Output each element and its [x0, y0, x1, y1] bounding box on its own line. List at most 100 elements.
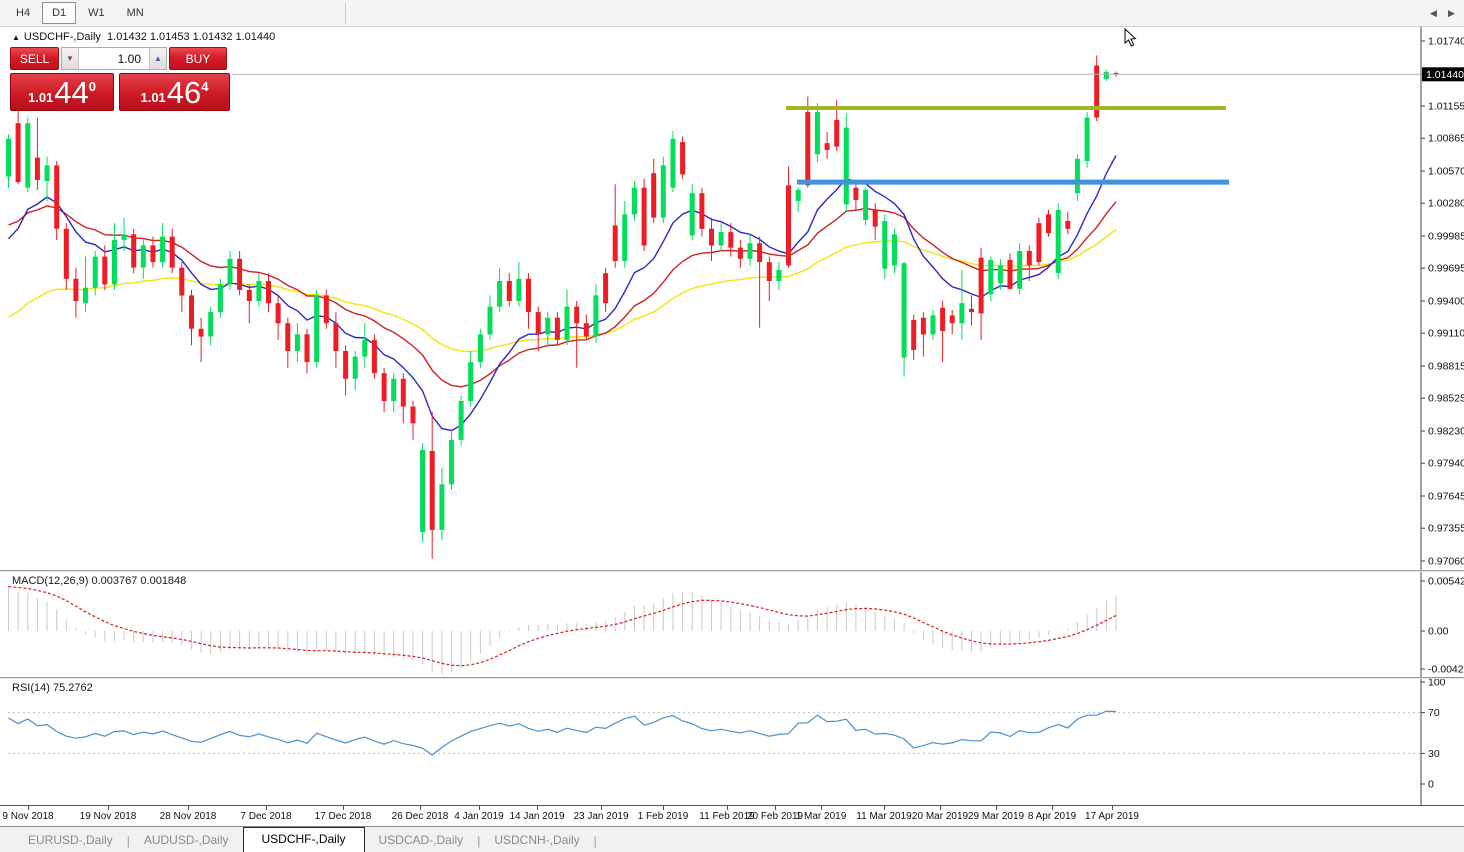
sell-button[interactable]: SELL	[10, 47, 59, 70]
date-tick	[940, 806, 941, 810]
chart-tab-usdcad[interactable]: USDCAD-,Daily	[365, 829, 478, 852]
date-tick-label: 11 Mar 2019	[856, 811, 911, 822]
buy-price-tile[interactable]: 1.01464	[119, 73, 230, 111]
macd-label: MACD(12,26,9) 0.003767 0.001848	[12, 575, 186, 587]
volume-stepper: ▼ ▲	[61, 47, 167, 70]
timeframe-button-d1[interactable]: D1	[42, 2, 76, 24]
date-tick-label: 19 Nov 2018	[80, 811, 137, 822]
date-tick	[1052, 806, 1053, 810]
svg-text:1.00570: 1.00570	[1428, 166, 1464, 178]
quote-header: ▲ USDCHF-,Daily 1.01432 1.01453 1.01432 1…	[12, 31, 275, 43]
svg-text:0.97940: 0.97940	[1428, 458, 1464, 470]
date-tick	[420, 806, 421, 810]
chart-tab-usdchf[interactable]: USDCHF-,Daily	[243, 827, 365, 852]
date-tick-label: 9 Nov 2018	[2, 811, 53, 822]
date-tick	[821, 806, 822, 810]
chart-tab-eurusd[interactable]: EURUSD-,Daily	[14, 829, 127, 852]
svg-text:0.99985: 0.99985	[1428, 231, 1464, 243]
svg-text:1.01155: 1.01155	[1428, 101, 1464, 113]
svg-text:-0.004217: -0.004217	[1428, 664, 1464, 676]
date-tick	[996, 806, 997, 810]
svg-text:0.99695: 0.99695	[1428, 263, 1464, 275]
timeframe-button-mn[interactable]: MN	[117, 2, 154, 24]
buy-price-pips: 46	[167, 78, 201, 108]
chart-tab-audusd[interactable]: AUDUSD-,Daily	[130, 829, 243, 852]
one-click-trade-widget: SELL ▼ ▲ BUY 1.01440 1.01464	[10, 47, 232, 111]
date-tick-label: 4 Jan 2019	[454, 811, 504, 822]
mouse-cursor-icon	[1124, 28, 1138, 47]
date-tick	[775, 806, 776, 810]
date-tick	[537, 806, 538, 810]
date-tick-label: 8 Apr 2019	[1028, 811, 1076, 822]
date-tick-label: 1 Mar 2019	[796, 811, 847, 822]
date-axis[interactable]: 9 Nov 2018 19 Nov 2018 28 Nov 2018 7 Dec 20…	[0, 805, 1464, 826]
date-tick	[188, 806, 189, 810]
buy-price-pipette: 4	[201, 79, 208, 94]
svg-text:30: 30	[1428, 748, 1440, 760]
svg-text:0.00: 0.00	[1428, 626, 1449, 638]
date-tick-label: 20 Mar 2019	[912, 811, 968, 822]
date-tick-label: 29 Mar 2019	[968, 811, 1024, 822]
buy-price-base: 1.01	[140, 90, 165, 105]
buy-button[interactable]: BUY	[169, 47, 227, 70]
date-tick	[479, 806, 480, 810]
volume-decrease-icon[interactable]: ▼	[62, 48, 79, 69]
svg-text:0.99110: 0.99110	[1428, 328, 1464, 340]
chart-tab-bar: EURUSD-,Daily | AUDUSD-,DailyUSDCHF-,Daily…	[0, 826, 1464, 852]
date-tick-label: 23 Jan 2019	[573, 811, 628, 822]
rsi-indicator-pane[interactable]: 100 70 30 0 RSI(14) 75.2762	[0, 679, 1464, 805]
svg-text:0.005429: 0.005429	[1428, 576, 1464, 588]
macd-indicator-pane[interactable]: 0.005429 0.00 -0.004217 MACD(12,26,9) 0.00…	[0, 572, 1464, 677]
date-tick	[884, 806, 885, 810]
date-tick	[28, 806, 29, 810]
svg-text:0.98230: 0.98230	[1428, 426, 1464, 438]
rsi-label: RSI(14) 75.2762	[12, 682, 93, 694]
svg-text:1.01740: 1.01740	[1428, 36, 1464, 48]
collapse-triangle-icon[interactable]: ▲	[12, 33, 20, 42]
chart-tab-usdcnh[interactable]: USDCNH-,Daily	[480, 829, 593, 852]
date-tick	[727, 806, 728, 810]
sell-price-tile[interactable]: 1.01440	[10, 73, 114, 111]
date-tick	[663, 806, 664, 810]
date-tick-label: 26 Dec 2018	[392, 811, 449, 822]
date-tick-label: 14 Jan 2019	[509, 811, 564, 822]
date-tick-label: 28 Nov 2018	[160, 811, 217, 822]
quote-ohlc: 1.01432 1.01453 1.01432 1.01440	[107, 31, 275, 43]
toolbar-divider	[345, 3, 346, 24]
svg-text:0.98525: 0.98525	[1428, 393, 1464, 405]
svg-text:70: 70	[1428, 707, 1440, 719]
date-tick-label: 1 Feb 2019	[638, 811, 689, 822]
svg-text:0.99400: 0.99400	[1428, 296, 1464, 308]
date-tick	[343, 806, 344, 810]
tab-divider: |	[594, 834, 597, 848]
price-chart-pane[interactable]: 1.01740 1.01155 1.00865 1.00570 1.00280 0.999…	[0, 27, 1464, 570]
date-tick-label: 17 Dec 2018	[315, 811, 372, 822]
svg-text:100: 100	[1428, 679, 1446, 689]
date-tick	[601, 806, 602, 810]
svg-text:0.97355: 0.97355	[1428, 523, 1464, 535]
date-tick-label: 17 Apr 2019	[1085, 811, 1139, 822]
tab-scroll-left-icon[interactable]: ◀	[1430, 8, 1437, 19]
tab-scroll-right-icon[interactable]: ▶	[1448, 8, 1455, 19]
volume-input[interactable]	[79, 48, 149, 69]
date-tick	[1112, 806, 1113, 810]
svg-text:1.01440: 1.01440	[1426, 69, 1464, 81]
sell-price-pips: 44	[54, 78, 88, 108]
svg-text:0.98815: 0.98815	[1428, 361, 1464, 373]
timeframe-toolbar: H4D1W1MN	[0, 0, 1464, 27]
date-tick-label: 20 Feb 2019	[747, 811, 803, 822]
date-tick	[108, 806, 109, 810]
date-tick	[266, 806, 267, 810]
svg-text:0.97060: 0.97060	[1428, 556, 1464, 568]
svg-text:0: 0	[1428, 779, 1434, 791]
symbol-name: USDCHF-,Daily	[24, 31, 101, 43]
svg-text:1.00280: 1.00280	[1428, 198, 1464, 210]
sell-price-base: 1.01	[28, 90, 53, 105]
trading-platform-window: H4D1W1MN 1.017401.011551.008651.005701.0…	[0, 0, 1464, 852]
volume-increase-icon[interactable]: ▲	[149, 48, 166, 69]
sell-price-pipette: 0	[89, 79, 96, 94]
timeframe-button-w1[interactable]: W1	[78, 2, 115, 24]
svg-text:1.00865: 1.00865	[1428, 133, 1464, 145]
date-tick-label: 7 Dec 2018	[240, 811, 291, 822]
timeframe-button-h4[interactable]: H4	[6, 2, 40, 24]
